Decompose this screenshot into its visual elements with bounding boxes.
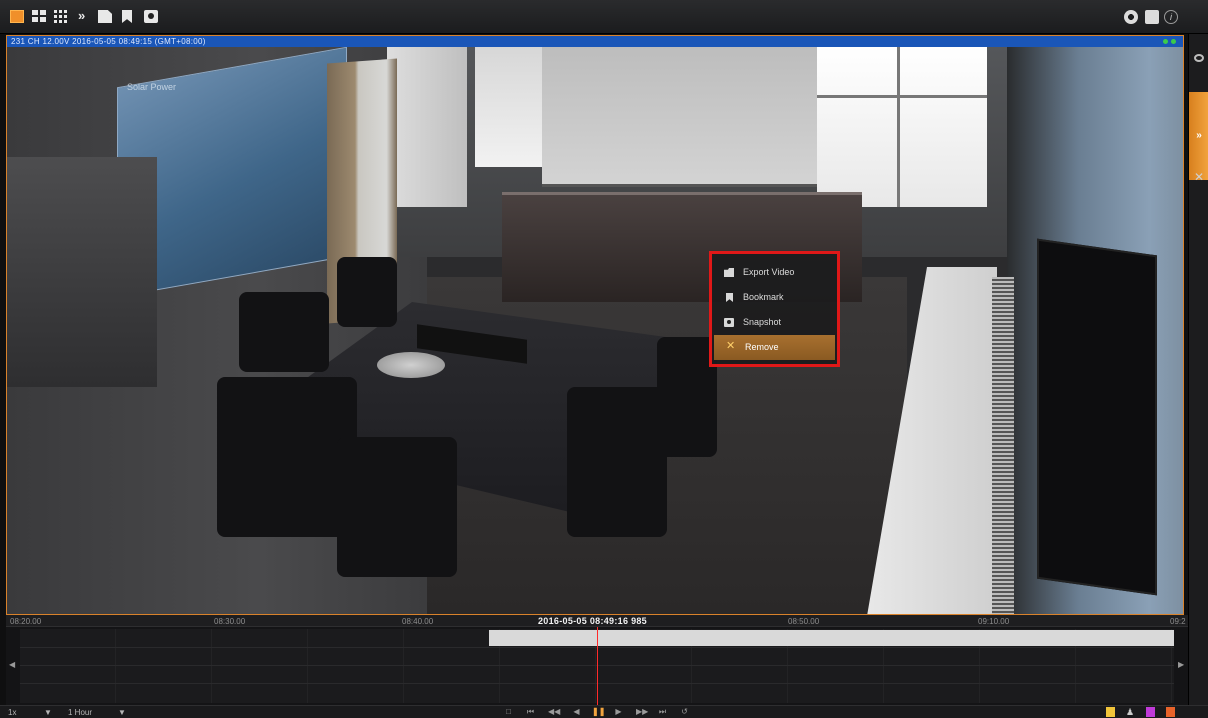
window [475,47,545,167]
eye-icon[interactable] [1194,54,1204,62]
chair [217,377,357,537]
bookmark-marker-icon[interactable] [1106,707,1115,717]
first-frame-icon[interactable]: ⏮ [526,707,535,717]
layout-9-icon[interactable] [54,10,68,23]
conference-phone [377,352,445,378]
pause-icon[interactable]: ❚❚ [592,707,605,717]
speed-dropdown-icon[interactable]: ▼ [44,707,52,718]
current-time: 2016-05-05 08:49:16 985 [538,616,647,626]
video-header: 231 CH 12.00V 2016-05-05 08:49:15 (GMT+0… [7,36,1183,47]
save-icon[interactable] [98,10,112,23]
snapshot-icon[interactable] [144,10,158,23]
layout-4-icon[interactable] [32,10,46,23]
chair [567,387,667,537]
bookmark-icon[interactable] [122,10,132,23]
alarm-marker-icon[interactable] [1166,707,1175,717]
fit-icon[interactable]: □ [504,707,513,717]
projection-screen [542,47,818,187]
window [817,47,987,207]
status-indicators [1163,39,1177,44]
expand-tab[interactable]: » [1189,92,1208,180]
window [387,47,467,207]
fast-forward-icon[interactable]: ▶▶ [636,707,648,717]
vent [992,277,1014,614]
last-frame-icon[interactable]: ⏭ [658,707,667,717]
camera-feed[interactable]: Solar Power [7,46,1183,614]
step-back-icon[interactable]: ◀ [572,707,581,717]
sync-icon[interactable]: ↺ [680,707,689,717]
scroll-left-icon[interactable]: ◀ [9,660,15,669]
status-dot [1171,39,1176,44]
tick-label: 09:2 [1170,617,1186,626]
chair [239,292,329,372]
video-panel[interactable]: 231 CH 12.00V 2016-05-05 08:49:15 (GMT+0… [6,35,1184,615]
status-dot [1163,39,1168,44]
tick-label: 08:20.00 [10,617,42,626]
info-icon[interactable]: i [1164,10,1178,24]
timeline-track[interactable] [20,627,1174,718]
document-icon[interactable] [1145,10,1159,24]
motion-marker-icon[interactable] [1146,707,1155,717]
context-menu-highlight [709,251,840,367]
speed-selector[interactable]: 1x [8,707,16,718]
range-dropdown-icon[interactable]: ▼ [118,707,126,718]
tv-screen [1037,238,1157,596]
person-icon[interactable]: ♟ [1126,707,1135,717]
recording-segment[interactable] [489,630,1174,646]
layout-single-icon[interactable] [10,10,24,23]
more-icon[interactable]: » [78,9,92,22]
settings-icon[interactable] [1124,10,1138,24]
step-forward-icon[interactable]: ▶ [614,707,623,717]
shelf [7,157,157,387]
chair [337,437,457,577]
range-selector[interactable]: 1 Hour [68,707,92,718]
chair [337,257,397,327]
tick-label: 08:30.00 [214,617,246,626]
scroll-right-icon[interactable]: ▶ [1178,660,1184,669]
tick-label: 09:10.00 [978,617,1010,626]
top-toolbar: » i [0,0,1208,34]
tick-label: 08:40.00 [402,617,434,626]
timeline-ruler: 08:20.00 08:30.00 08:40.00 2016-05-05 08… [6,615,1188,627]
tick-label: 08:50.00 [788,617,820,626]
playback-bar: 1x ▼ 1 Hour ▼ □ ⏮ ◀◀ ◀ ❚❚ ▶ ▶▶ ⏭ ↺ ♟ [0,705,1208,718]
camera-timestamp: 231 CH 12.00V 2016-05-05 08:49:15 (GMT+0… [11,37,206,46]
side-panel: » ✕ [1188,34,1208,718]
rewind-icon[interactable]: ◀◀ [548,707,560,717]
tools-icon[interactable]: ✕ [1194,170,1204,184]
board-text: Solar Power [127,82,177,92]
timeline[interactable]: 08:20.00 08:30.00 08:40.00 2016-05-05 08… [6,615,1188,718]
chair [657,337,717,457]
